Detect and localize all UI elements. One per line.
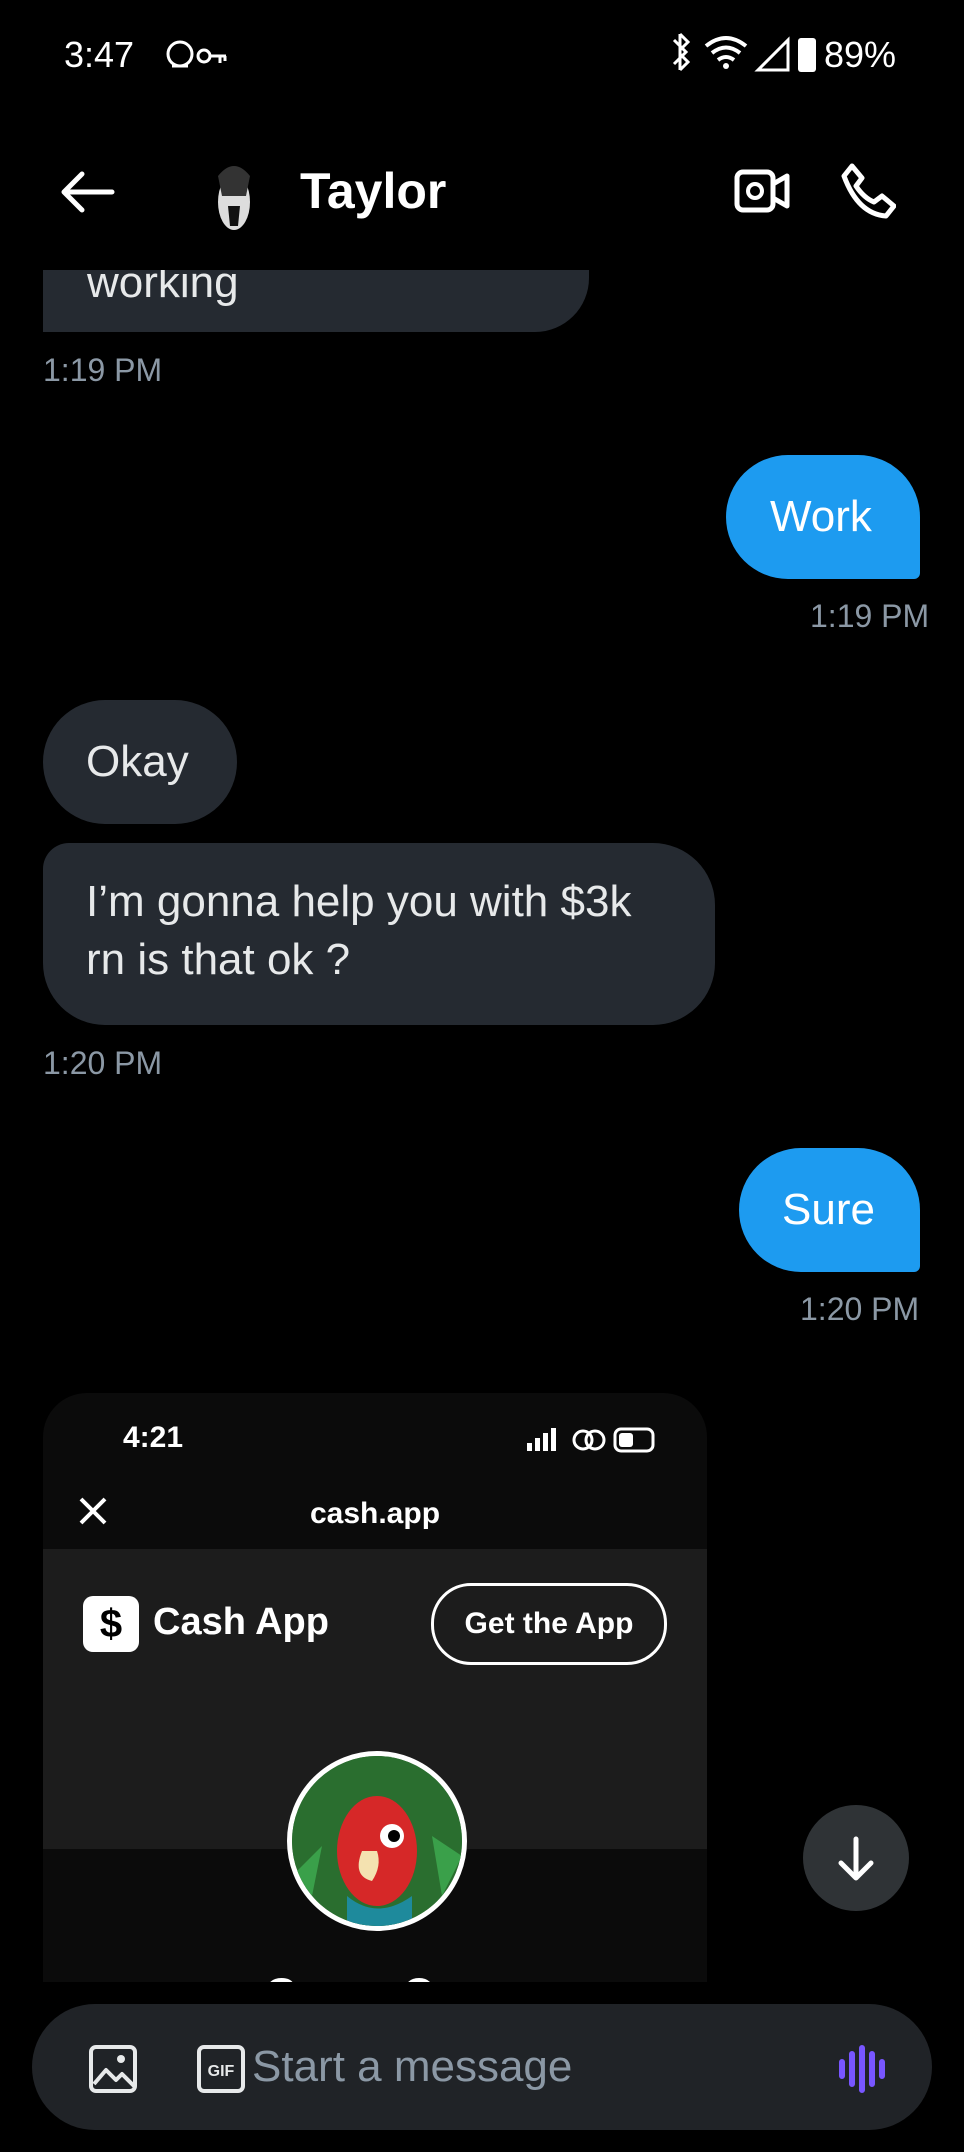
status-time: 3:47 — [64, 34, 135, 75]
attachment-status-icons — [527, 1427, 655, 1453]
cash-app-brand: Cash App — [153, 1601, 329, 1643]
message-text: Okay — [86, 737, 189, 786]
battery-percent: 89% — [824, 34, 897, 75]
profile-avatar-parrot-icon — [287, 1751, 467, 1931]
back-arrow-icon[interactable] — [60, 170, 116, 214]
attachment-status-time: 4:21 — [123, 1421, 184, 1454]
svg-text:GIF: GIF — [208, 2063, 235, 2080]
gif-icon[interactable]: GIF — [196, 2044, 246, 2094]
message-input[interactable] — [252, 2030, 812, 2104]
arrow-down-icon — [838, 1836, 874, 1881]
video-call-icon[interactable] — [734, 166, 790, 216]
message-bubble-incoming[interactable]: Okay — [43, 700, 237, 824]
contact-name[interactable]: Taylor — [300, 162, 446, 220]
cash-app-logo-icon: $ — [83, 1596, 139, 1652]
get-the-app-button: Get the App — [431, 1583, 667, 1665]
message-bubble-outgoing[interactable]: Work — [726, 455, 920, 579]
message-timestamp: 1:19 PM — [43, 352, 163, 388]
status-notification-icons — [166, 40, 227, 68]
message-timestamp: 1:20 PM — [43, 1045, 163, 1081]
scroll-to-bottom-button[interactable] — [803, 1805, 909, 1911]
message-text: Work — [770, 492, 872, 541]
conversation-header — [0, 120, 964, 270]
message-text-line: I’m gonna help you with $3k — [86, 877, 632, 926]
voice-message-icon[interactable] — [836, 2044, 888, 2094]
contact-avatar[interactable] — [200, 156, 268, 236]
image-attachment[interactable]: 4:21 cash.app $ Cash App Get the App Gan… — [43, 1393, 707, 2003]
message-text-line: rn is that ok ? — [86, 935, 351, 984]
phone-call-icon[interactable] — [838, 162, 896, 220]
attachment-url: cash.app — [309, 1497, 441, 1530]
message-text: Sure — [782, 1185, 875, 1234]
message-bubble-incoming[interactable]: I’m gonna help you with $3k rn is that o… — [43, 843, 715, 1025]
message-timestamp: 1:20 PM — [800, 1291, 920, 1327]
message-bubble-outgoing[interactable]: Sure — [739, 1148, 920, 1272]
card-clip-strip — [0, 1982, 964, 2004]
image-upload-icon[interactable] — [88, 2044, 138, 2094]
status-system-icons — [672, 32, 816, 72]
message-timestamp: 1:19 PM — [810, 598, 930, 634]
